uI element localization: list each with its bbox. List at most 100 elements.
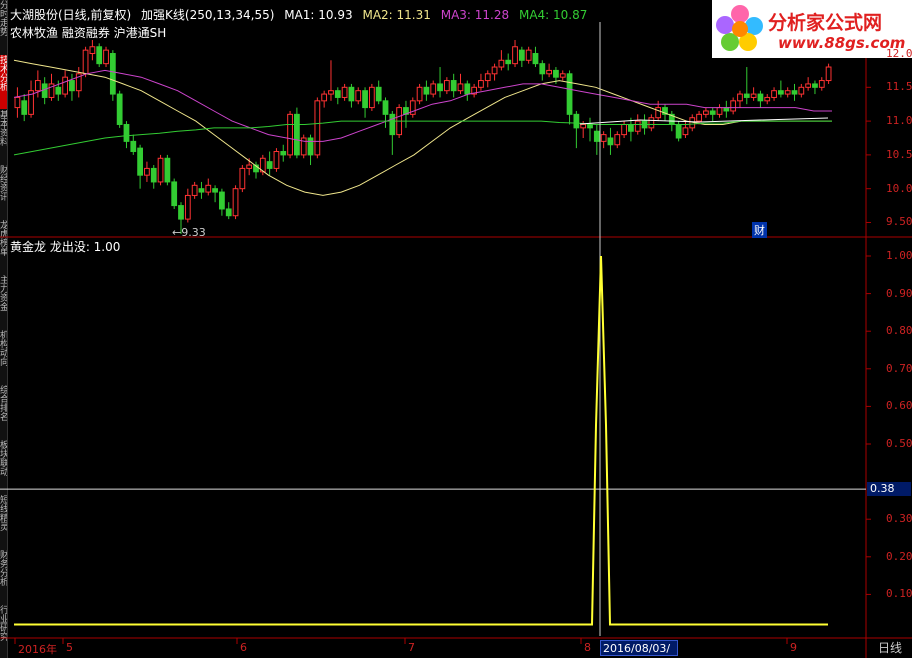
candle-body	[484, 73, 491, 82]
candle-body	[389, 113, 396, 136]
candle-body	[532, 53, 539, 65]
indicator-signal-line	[14, 255, 828, 626]
candle-body	[525, 49, 532, 61]
candle-body	[464, 83, 471, 95]
candle-body	[703, 110, 709, 115]
chart-canvas	[0, 0, 912, 658]
date-tick-label: 2016年	[18, 643, 57, 656]
finance-event-marker[interactable]: 财	[752, 222, 767, 238]
candle-body	[198, 188, 205, 193]
flower-logo-icon	[716, 5, 763, 51]
candle-body	[55, 86, 62, 95]
candle-body	[205, 184, 212, 193]
candle-body	[14, 96, 21, 109]
candle-body	[280, 151, 287, 156]
candle-body	[191, 184, 198, 196]
date-tick-label: 5	[66, 641, 73, 654]
candle-body	[164, 157, 171, 183]
candle-body	[348, 86, 355, 102]
low-price-marker: ←9.33	[172, 225, 206, 239]
candle-body	[621, 123, 627, 136]
indicator-tick-label: 0.30	[886, 512, 912, 526]
candle-body	[103, 49, 109, 65]
ma3-value: MA3: 11.28	[440, 8, 510, 22]
price-tick-label: 9.50	[886, 215, 912, 229]
candle-body	[144, 167, 150, 176]
candle-body	[157, 157, 164, 183]
candle-body	[294, 113, 300, 156]
candle-body	[675, 123, 682, 139]
candle-body	[334, 90, 341, 98]
candle-body	[430, 83, 437, 95]
candle-body	[273, 151, 280, 169]
indicator-tick-label: 1.00	[886, 249, 912, 262]
candle-body	[737, 93, 743, 102]
indicator-tick-label: 0.80	[886, 324, 912, 338]
candle-body	[368, 86, 375, 109]
candle-body	[116, 93, 123, 125]
indicator-title: 黄金龙 龙出没: 1.00	[10, 240, 121, 254]
candle-body	[375, 86, 382, 102]
candle-body	[328, 90, 334, 95]
candle-body	[512, 46, 518, 65]
candle-body	[600, 134, 607, 142]
candle-body	[730, 100, 737, 112]
indicator-params[interactable]: 加强K线(250,13,34,55)	[141, 8, 274, 22]
candle-body	[628, 123, 634, 132]
candle-body	[498, 59, 505, 68]
date-tick-label: 9	[790, 641, 797, 654]
candle-body	[150, 167, 157, 183]
candle-body	[798, 86, 805, 95]
crosshair-value-label: 0.38	[867, 482, 911, 497]
chart-header: 大湖股份(日线,前复权) 加强K线(250,13,34,55) MA1: 10.…	[10, 6, 593, 23]
candle-body	[580, 123, 587, 129]
candle-body	[341, 86, 348, 98]
candle-body	[212, 188, 218, 193]
candle-body	[34, 80, 41, 92]
stock-name[interactable]: 大湖股份(日线,前复权)	[10, 8, 131, 22]
ma-line-ma3	[13, 69, 832, 142]
candle-body	[184, 194, 191, 220]
candle-body	[696, 113, 702, 122]
candle-body	[137, 147, 143, 176]
candle-body	[566, 73, 573, 115]
candle-body	[89, 46, 96, 55]
candle-body	[539, 63, 546, 75]
price-tick-label: 10.00	[886, 181, 912, 195]
period-selector[interactable]: 日线	[868, 640, 912, 656]
candle-body	[239, 167, 246, 190]
candle-body	[69, 80, 75, 92]
candle-body	[123, 123, 130, 142]
ma-line-ma1	[13, 59, 832, 196]
indicator-tick-label: 0.60	[886, 399, 912, 413]
candle-body	[225, 208, 232, 217]
candle-body	[307, 137, 314, 156]
candle-body	[634, 120, 641, 132]
candle-body	[362, 90, 368, 109]
candle-body	[457, 83, 464, 92]
candle-body	[41, 83, 48, 98]
price-tick-label: 11.00	[886, 114, 912, 128]
candle-body	[21, 100, 28, 115]
candle-body	[321, 93, 328, 102]
candle-body	[478, 80, 484, 88]
candle-body	[437, 83, 443, 92]
ma-line-ma4	[13, 120, 832, 156]
candle-body	[232, 188, 239, 217]
date-tick-label: 7	[408, 641, 415, 654]
price-tick-label: 12.00	[886, 46, 912, 60]
candle-body	[648, 117, 655, 129]
ma1-value: MA1: 10.93	[284, 8, 353, 22]
candle-body	[505, 59, 512, 65]
candle-body	[757, 93, 764, 102]
candle-body	[777, 90, 784, 95]
stock-chart-window: { "header": { "stock_name": "大湖股份(日线,前复权…	[0, 0, 912, 658]
candle-body	[587, 123, 593, 129]
site-logo: 分析家公式网 www.88gs.com	[712, 0, 912, 58]
candle-body	[62, 76, 69, 95]
candle-body	[614, 134, 621, 146]
candle-body	[716, 107, 723, 115]
candle-body	[518, 49, 525, 61]
candle-body	[764, 96, 771, 102]
candle-body	[553, 69, 559, 78]
